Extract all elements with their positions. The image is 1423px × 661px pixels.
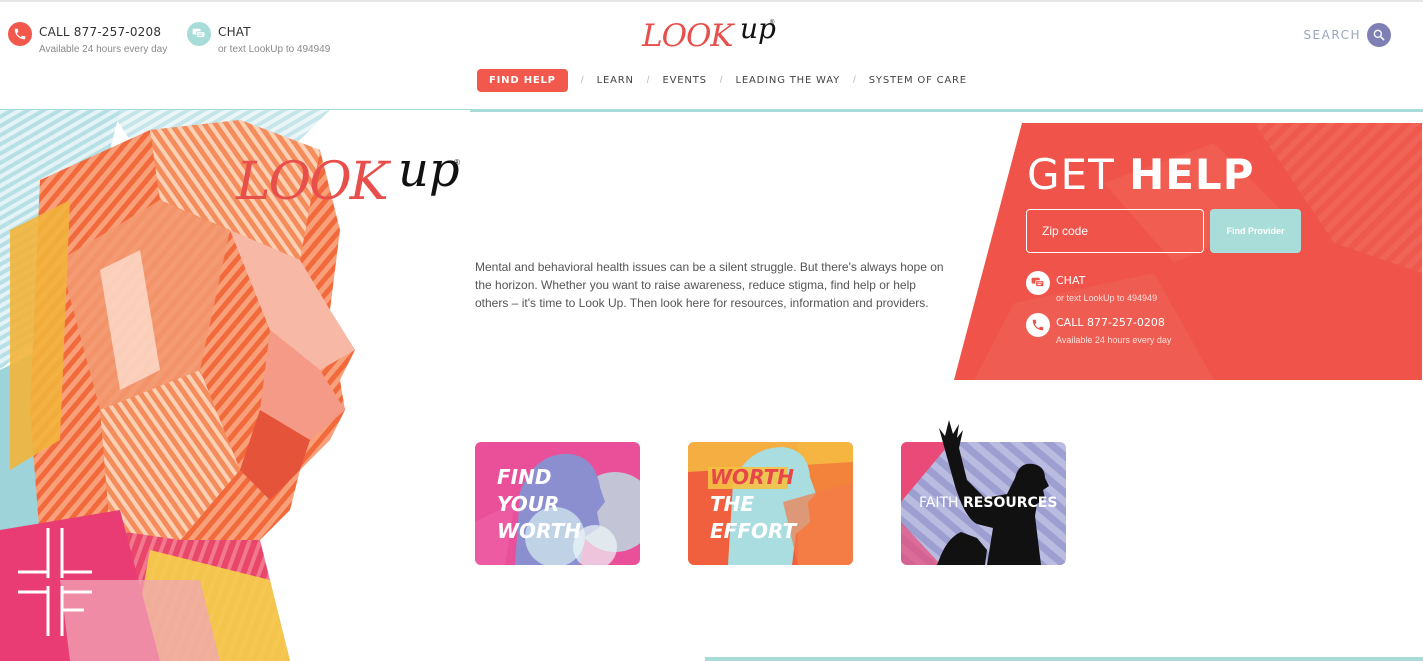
card1-line2: YOUR	[497, 492, 560, 516]
nav-find-help[interactable]: FIND HELP	[477, 69, 568, 92]
hero-logo-look: LOOK	[236, 152, 389, 212]
card3-light: FAITH	[919, 495, 964, 511]
nav-separator: /	[719, 75, 723, 86]
logo-reg: ®	[770, 20, 775, 26]
get-help-chat-sub: or text LookUp to 494949	[1056, 293, 1158, 303]
nav-separator: /	[580, 75, 584, 86]
find-your-worth-card[interactable]: FIND YOUR WORTH	[475, 442, 640, 565]
chat-icon	[187, 22, 211, 46]
get-help-title-light: GET	[1027, 150, 1130, 199]
main-nav: FIND HELP / LEARN / EVENTS / LEADING THE…	[477, 69, 967, 92]
nav-separator: /	[646, 75, 650, 86]
card2-line3: EFFORT	[710, 519, 797, 543]
hero-logo: LOOK up ®	[236, 142, 476, 218]
worth-the-effort-card[interactable]: WORTH THE EFFORT	[688, 442, 853, 565]
logo-up: up	[740, 12, 776, 45]
logo-look: LOOK	[642, 18, 734, 54]
card2-line1: WORTH	[710, 465, 794, 489]
header-phone-sub: Available 24 hours every day	[39, 44, 168, 55]
get-help-chat[interactable]: CHAT or text LookUp to 494949	[1026, 271, 1157, 303]
header-chat[interactable]: CHAT or text LookUp to 494949	[187, 22, 330, 55]
nav-leading-the-way[interactable]: LEADING THE WAY	[736, 75, 840, 86]
get-help-phone[interactable]: CALL 877-257-0208 Available 24 hours eve…	[1026, 313, 1171, 345]
zip-code-input[interactable]	[1026, 209, 1204, 253]
card1-line3: WORTH	[497, 519, 581, 543]
phone-icon	[8, 22, 32, 46]
hero-logo-reg: ®	[454, 158, 460, 167]
search-icon[interactable]	[1367, 23, 1391, 47]
faith-resources-card[interactable]: FAITH RESOURCES	[901, 420, 1066, 565]
hero-logo-up: up	[398, 142, 460, 198]
get-help-title-bold: HELP	[1129, 150, 1255, 199]
header-chat-sub: or text LookUp to 494949	[218, 44, 331, 55]
card2-line2: THE	[710, 492, 755, 516]
phone-icon	[1026, 313, 1050, 337]
lf-logo-icon	[18, 528, 98, 638]
nav-learn[interactable]: LEARN	[597, 75, 634, 86]
intro-text: Mental and behavioral health issues can …	[475, 260, 944, 310]
card1-line1: FIND	[497, 465, 552, 489]
chat-icon	[1026, 271, 1050, 295]
nav-system-of-care[interactable]: SYSTEM OF CARE	[869, 75, 967, 86]
header-phone-label: CALL 877-257-0208	[39, 25, 162, 39]
get-help-phone-label: CALL 877-257-0208	[1056, 316, 1165, 329]
get-help-chat-label: CHAT	[1056, 274, 1086, 287]
get-help-phone-sub: Available 24 hours every day	[1056, 335, 1172, 345]
search-label: SEARCH	[1303, 28, 1361, 42]
site-header: CALL 877-257-0208 Available 24 hours eve…	[0, 0, 1423, 112]
search-control[interactable]: SEARCH	[1303, 23, 1391, 47]
nav-separator: /	[852, 75, 856, 86]
find-provider-button[interactable]: Find Provider	[1210, 209, 1301, 253]
nav-events[interactable]: EVENTS	[663, 75, 707, 86]
site-logo[interactable]: LOOK up ®	[642, 12, 782, 56]
get-help-title: GET HELP	[1027, 150, 1254, 199]
card3-bold: RESOURCES	[963, 495, 1058, 511]
header-chat-label: CHAT	[218, 25, 251, 39]
praying-silhouette	[937, 420, 1049, 565]
footer-accent-bar	[705, 657, 1423, 661]
header-phone[interactable]: CALL 877-257-0208 Available 24 hours eve…	[8, 22, 167, 55]
